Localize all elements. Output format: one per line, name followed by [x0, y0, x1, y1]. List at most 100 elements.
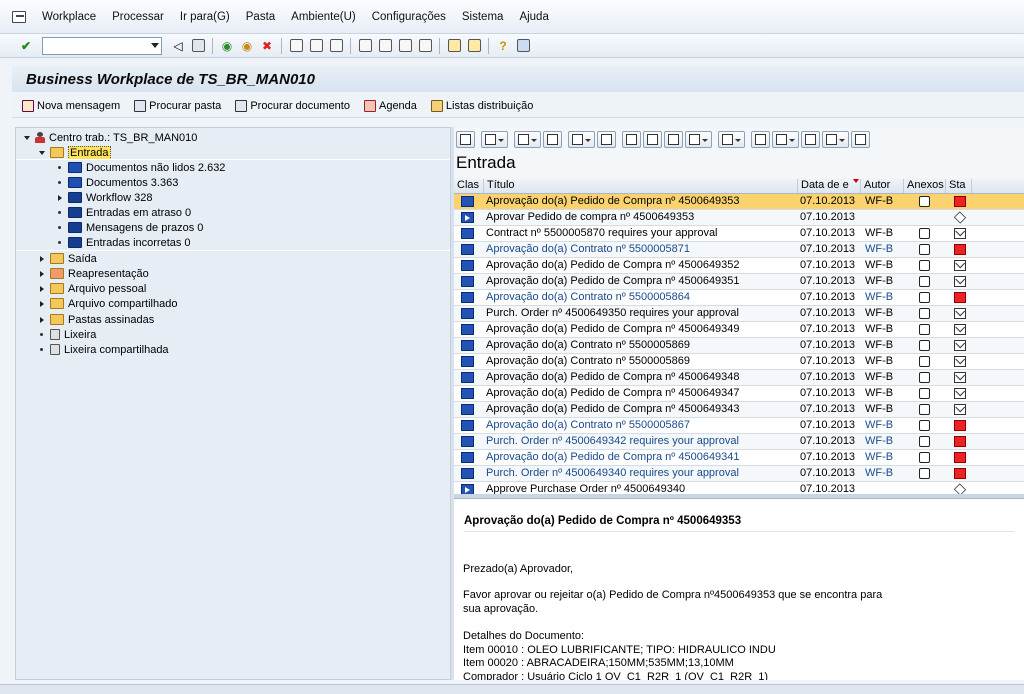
print-grid-button[interactable]	[543, 130, 562, 148]
tree-item-shared-archive[interactable]: Arquivo compartilhado	[40, 296, 177, 311]
row-title[interactable]: Aprovação do(a) Contrato nº 5500005864	[486, 291, 798, 305]
row-title[interactable]: Aprovação do(a) Pedido de Compra nº 4500…	[486, 403, 798, 417]
attachment-icon[interactable]	[919, 196, 930, 207]
attachment-icon[interactable]	[919, 308, 930, 319]
table-row[interactable]: Purch. Order nº 4500649342 requires your…	[454, 434, 1024, 450]
new-message-button[interactable]: Nova mensagem	[22, 99, 120, 112]
attachment-icon[interactable]	[919, 340, 930, 351]
table-row[interactable]: Approve Purchase Order nº 4500649340 07.1…	[454, 482, 1024, 494]
row-title[interactable]: Aprovação do(a) Contrato nº 5500005871	[486, 243, 798, 257]
print-icon[interactable]	[288, 38, 304, 54]
distribution-lists-button[interactable]: Listas distribuição	[430, 99, 533, 112]
attachment-icon[interactable]	[919, 452, 930, 463]
attachment-icon[interactable]	[919, 388, 930, 399]
chevron-down-icon[interactable]	[151, 42, 159, 48]
table-row[interactable]: Contract nº 5500005870 requires your app…	[454, 226, 1024, 242]
expand-icon[interactable]	[40, 316, 44, 323]
find-more-button[interactable]	[851, 130, 870, 148]
expand-icon[interactable]	[24, 135, 30, 140]
table-row[interactable]: Aprovação do(a) Contrato nº 5500005864 07…	[454, 290, 1024, 306]
expand-icon[interactable]	[39, 150, 45, 155]
reply-button[interactable]	[514, 130, 541, 148]
menu-configuracoes[interactable]: Configurações	[372, 11, 446, 23]
row-title[interactable]: Aprovação do(a) Pedido de Compra nº 4500…	[486, 371, 798, 385]
attachment-icon[interactable]	[919, 244, 930, 255]
table-row[interactable]: Aprovação do(a) Pedido de Compra nº 4500…	[454, 194, 1024, 210]
shortcut-icon[interactable]	[466, 38, 482, 54]
filter-button[interactable]	[801, 130, 820, 148]
find-next-icon[interactable]	[328, 38, 344, 54]
expand-icon[interactable]	[40, 255, 44, 262]
exit-icon[interactable]: ◉	[239, 38, 255, 54]
table-row[interactable]: Purch. Order nº 4500649350 requires your…	[454, 306, 1024, 322]
row-title[interactable]: Aprovação do(a) Pedido de Compra nº 4500…	[486, 275, 798, 289]
execute-button[interactable]	[622, 130, 641, 148]
table-row[interactable]: Aprovação do(a) Contrato nº 5500005869 07…	[454, 338, 1024, 354]
row-title[interactable]: Aprovação do(a) Contrato nº 5500005869	[486, 339, 798, 353]
delete-button[interactable]	[597, 130, 616, 148]
print-list-button[interactable]	[718, 130, 745, 148]
row-title[interactable]: Aprovação do(a) Contrato nº 5500005869	[486, 355, 798, 369]
find-folder-button[interactable]: Procurar pasta	[134, 99, 221, 112]
attachment-icon[interactable]	[919, 292, 930, 303]
enter-check-icon[interactable]: ✔	[18, 38, 34, 54]
table-row[interactable]: Aprovação do(a) Pedido de Compra nº 4500…	[454, 322, 1024, 338]
attachment-icon[interactable]	[919, 420, 930, 431]
column-header-author[interactable]: Autor	[861, 179, 904, 193]
tree-item-documents[interactable]: Documentos 3.363	[58, 175, 178, 190]
tree-item-outbox[interactable]: Saída	[40, 251, 97, 266]
row-title[interactable]: Aprovação do(a) Pedido de Compra nº 4500…	[486, 323, 798, 337]
attachment-icon[interactable]	[919, 276, 930, 287]
row-title[interactable]: Purch. Order nº 4500649342 requires your…	[486, 435, 798, 449]
tree-item-shared-trash[interactable]: Lixeira compartilhada	[40, 342, 169, 357]
row-title[interactable]: Aprovação do(a) Pedido de Compra nº 4500…	[486, 387, 798, 401]
table-row[interactable]: Aprovação do(a) Contrato nº 5500005867 07…	[454, 418, 1024, 434]
tree-item-deadline-messages[interactable]: Mensagens de prazos 0	[58, 220, 203, 235]
save-icon[interactable]	[190, 38, 206, 54]
layout-button[interactable]	[772, 130, 799, 148]
menu-processar[interactable]: Processar	[112, 11, 164, 23]
table-row[interactable]: Aprovação do(a) Pedido de Compra nº 4500…	[454, 386, 1024, 402]
attachment-icon[interactable]	[919, 436, 930, 447]
menu-ir-para[interactable]: Ir para(G)	[180, 11, 230, 23]
menu-ambiente[interactable]: Ambiente(U)	[291, 11, 356, 23]
menu-ajuda[interactable]: Ajuda	[519, 11, 548, 23]
attachment-icon[interactable]	[919, 356, 930, 367]
table-row[interactable]: Aprovação do(a) Pedido de Compra nº 4500…	[454, 450, 1024, 466]
attachment-icon[interactable]	[919, 468, 930, 479]
attachments-button[interactable]	[685, 130, 712, 148]
attachment-icon[interactable]	[919, 228, 930, 239]
column-header-title[interactable]: Título	[484, 179, 798, 193]
row-title[interactable]: Contract nº 5500005870 requires your app…	[486, 227, 798, 241]
layout-menu-icon[interactable]	[515, 38, 531, 54]
attachment-icon[interactable]	[919, 324, 930, 335]
attachment-icon[interactable]	[919, 404, 930, 415]
new-session-icon[interactable]	[446, 38, 462, 54]
row-title[interactable]: Purch. Order nº 4500649350 requires your…	[486, 307, 798, 321]
tree-item-personal-archive[interactable]: Arquivo pessoal	[40, 281, 146, 296]
row-title[interactable]: Aprovação do(a) Contrato nº 5500005867	[486, 419, 798, 433]
tree-item-workflow[interactable]: Workflow 328	[58, 190, 152, 205]
row-title[interactable]: Purch. Order nº 4500649340 requires your…	[486, 467, 798, 481]
next-page-icon[interactable]	[397, 38, 413, 54]
find-document-button[interactable]: Procurar documento	[235, 99, 350, 112]
menu-pasta[interactable]: Pasta	[246, 11, 275, 23]
last-page-icon[interactable]	[417, 38, 433, 54]
menu-workplace[interactable]: Workplace	[42, 11, 96, 23]
table-row[interactable]: Aprovação do(a) Pedido de Compra nº 4500…	[454, 402, 1024, 418]
find-grid-button[interactable]	[751, 130, 770, 148]
create-button[interactable]	[481, 130, 508, 148]
edit-button[interactable]	[643, 130, 662, 148]
column-header-date[interactable]: Data de e	[798, 179, 861, 193]
details-button[interactable]	[664, 130, 683, 148]
tree-item-subscribed-folders[interactable]: Pastas assinadas	[40, 312, 154, 327]
table-row[interactable]: Aprovação do(a) Pedido de Compra nº 4500…	[454, 274, 1024, 290]
help-icon[interactable]: ?	[495, 38, 511, 54]
menu-sistema[interactable]: Sistema	[462, 11, 504, 23]
column-header-class[interactable]: Clas	[454, 179, 484, 193]
tree-item-trash[interactable]: Lixeira	[40, 327, 96, 342]
tree-root[interactable]: Centro trab.: TS_BR_MAN010	[24, 130, 197, 145]
expand-icon[interactable]	[40, 270, 44, 277]
tree-item-inbox[interactable]: Entrada	[39, 145, 111, 160]
table-row[interactable]: Aprovar Pedido de compra nº 4500649353 07…	[454, 210, 1024, 226]
